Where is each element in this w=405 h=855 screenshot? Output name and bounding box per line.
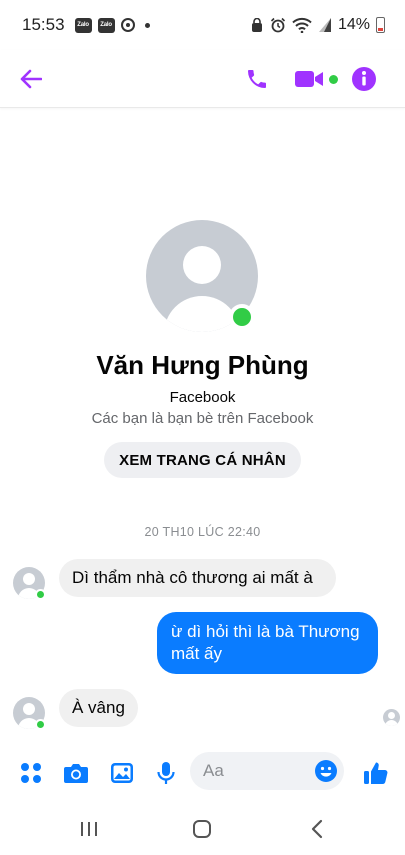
home-icon (193, 820, 211, 838)
incoming-message[interactable]: Dì thẩm nhà cô thương ai mất à (59, 559, 336, 597)
gallery-icon (111, 763, 133, 783)
back-icon (311, 819, 323, 839)
incoming-message[interactable]: À vâng (59, 689, 138, 727)
more-actions-button[interactable] (16, 758, 46, 788)
recent-apps-icon (81, 822, 97, 836)
avatar-head (388, 712, 395, 719)
message-input-placeholder: Aa (203, 761, 224, 780)
alarm-lock-icon (251, 17, 262, 32)
sync-icon (120, 18, 135, 32)
friendship-note: Các bạn là bạn bè trên Facebook (91, 410, 314, 427)
voice-message-button[interactable] (151, 758, 181, 788)
alarm-icon (270, 17, 286, 33)
wifi-icon (292, 17, 312, 33)
microphone-icon (157, 762, 175, 784)
contact-name: Văn Hưng Phùng (96, 350, 309, 380)
status-bar: 15:53 Zalo Zalo 14% (0, 0, 405, 50)
voice-call-button[interactable] (240, 62, 274, 96)
battery-icon (376, 17, 385, 33)
system-navigation-bar (0, 805, 405, 855)
back-button[interactable] (14, 62, 48, 96)
seen-receipt-avatar (383, 709, 400, 726)
message-timestamp: 20 TH10 LÚC 22:40 (144, 525, 261, 539)
avatar-body (385, 720, 398, 726)
apps-grid-icon (21, 763, 41, 783)
message-composer: Aa (0, 748, 405, 798)
status-right: 14% (250, 16, 385, 34)
video-call-button[interactable] (292, 62, 340, 96)
conversation-header (0, 50, 405, 108)
video-camera-icon (294, 71, 323, 87)
phone-icon (248, 70, 266, 88)
message-input[interactable]: Aa (190, 752, 344, 790)
info-button[interactable] (347, 62, 381, 96)
online-status-indicator (229, 304, 255, 330)
camera-button[interactable] (61, 758, 91, 788)
zalo-notification-icon: Zalo (74, 17, 92, 33)
gallery-button[interactable] (107, 758, 137, 788)
sender-online-indicator (35, 589, 46, 600)
like-button[interactable] (361, 758, 391, 788)
sender-online-indicator (35, 719, 46, 730)
battery-percent: 14% (337, 16, 370, 33)
status-time: 15:53 (22, 15, 65, 34)
emoji-icon (315, 760, 337, 782)
signal-icon (318, 18, 331, 32)
camera-icon (64, 764, 88, 783)
avatar-head (23, 703, 35, 715)
recent-apps-button[interactable] (74, 817, 104, 841)
emoji-button[interactable] (314, 759, 338, 783)
view-profile-button[interactable]: XEM TRANG CÁ NHÂN (104, 442, 301, 478)
like-thumb-icon (364, 762, 388, 784)
home-button[interactable] (187, 817, 217, 841)
avatar-head (23, 573, 35, 585)
contact-source: Facebook (169, 389, 236, 406)
avatar-head (183, 246, 221, 284)
more-notifications-dot (144, 22, 150, 28)
outgoing-message[interactable]: ừ dì hỏi thì là bà Thương mất ấy (157, 612, 378, 674)
back-nav-button[interactable] (302, 817, 332, 841)
zalo-notification-icon: Zalo (97, 17, 115, 33)
online-indicator (328, 74, 338, 84)
info-icon (352, 67, 376, 91)
status-left: 15:53 Zalo Zalo (22, 15, 150, 35)
back-arrow-icon (20, 69, 42, 89)
